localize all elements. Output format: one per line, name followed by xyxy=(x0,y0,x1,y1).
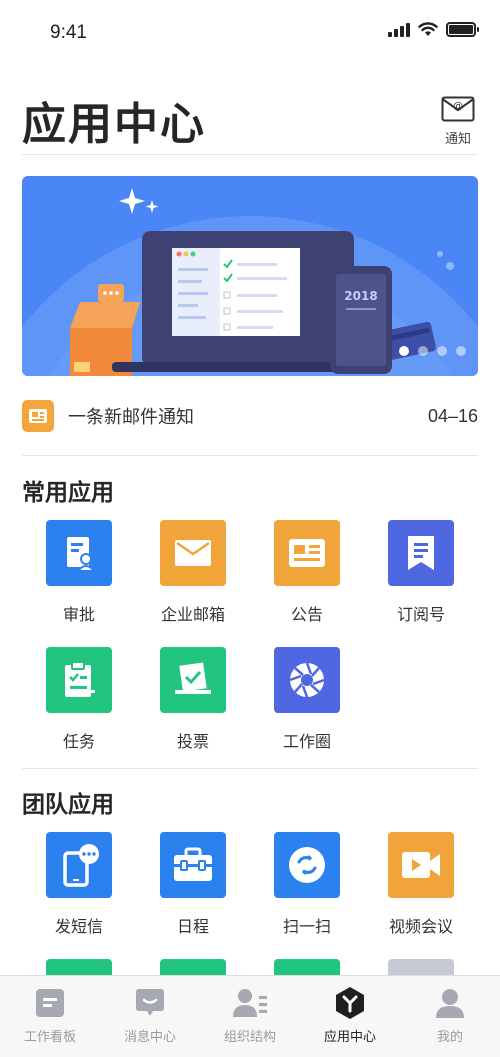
app-label: 企业邮箱 xyxy=(160,607,225,624)
notify-button[interactable]: @ 通知 xyxy=(438,96,478,147)
mail-notice[interactable]: 一条新邮件通知 04–16 xyxy=(22,398,478,434)
message-icon xyxy=(133,986,167,1020)
profile-icon xyxy=(433,986,467,1020)
app-label: 投票 xyxy=(176,734,209,751)
newspaper-icon xyxy=(22,400,54,432)
divider xyxy=(22,768,478,769)
status-bar: 9:41 xyxy=(0,0,500,64)
app-center-icon xyxy=(333,986,367,1020)
app-label: 扫一扫 xyxy=(282,919,331,936)
notice-date: 04–16 xyxy=(427,405,478,426)
board-icon xyxy=(33,986,67,1020)
section-title-common: 常用应用 xyxy=(22,479,114,505)
carousel-dot[interactable] xyxy=(456,346,466,356)
app-label: 任务 xyxy=(62,734,95,751)
wifi-icon xyxy=(418,22,438,36)
carousel-dots[interactable] xyxy=(399,346,466,356)
app-sms[interactable]: 发短信 xyxy=(22,832,136,959)
tab-app-center[interactable]: 应用中心 xyxy=(300,976,400,1057)
tab-mine[interactable]: 我的 xyxy=(400,976,500,1057)
common-apps-grid: 审批 企业邮箱 公告 订阅号 任务 投票 工作圈 xyxy=(22,520,478,774)
briefcase-icon xyxy=(160,832,226,898)
tab-label: 工作看板 xyxy=(23,1029,76,1044)
aperture-icon xyxy=(274,647,340,713)
ballot-icon xyxy=(160,647,226,713)
mail-at-icon: @ xyxy=(441,96,475,122)
section-title-team: 团队应用 xyxy=(22,791,114,817)
app-label: 日程 xyxy=(176,919,209,936)
phone-message-icon xyxy=(46,832,112,898)
bookmark-icon xyxy=(388,520,454,586)
tab-work-board[interactable]: 工作看板 xyxy=(0,976,100,1057)
tab-label: 应用中心 xyxy=(323,1029,376,1044)
mail-icon xyxy=(160,520,226,586)
app-approval[interactable]: 审批 xyxy=(22,520,136,647)
promo-banner[interactable]: 2018 xyxy=(22,176,478,376)
tab-label: 消息中心 xyxy=(123,1029,176,1044)
video-icon xyxy=(388,832,454,898)
app-vote[interactable]: 投票 xyxy=(136,647,250,774)
status-time: 9:41 xyxy=(50,22,87,43)
tab-label: 组织结构 xyxy=(223,1029,276,1044)
app-schedule[interactable]: 日程 xyxy=(136,832,250,959)
tab-label: 我的 xyxy=(436,1029,463,1044)
app-label: 工作圈 xyxy=(282,734,331,751)
scan-icon xyxy=(274,832,340,898)
app-label: 订阅号 xyxy=(396,607,445,624)
app-scan[interactable]: 扫一扫 xyxy=(250,832,364,959)
tab-org-structure[interactable]: 组织结构 xyxy=(200,976,300,1057)
notify-label: 通知 xyxy=(444,131,471,146)
app-label: 视频会议 xyxy=(388,919,453,936)
app-label: 公告 xyxy=(290,607,323,624)
tab-bar: 工作看板 消息中心 组织结构 应用中心 我的 xyxy=(0,975,500,1057)
approval-icon xyxy=(46,520,112,586)
divider xyxy=(22,455,478,456)
carousel-dot[interactable] xyxy=(437,346,447,356)
app-subscription[interactable]: 订阅号 xyxy=(364,520,478,647)
app-video-meeting[interactable]: 视频会议 xyxy=(364,832,478,959)
svg-text:@: @ xyxy=(453,101,463,112)
banner-year: 2018 xyxy=(344,289,377,303)
app-label: 审批 xyxy=(62,607,95,624)
app-enterprise-mail[interactable]: 企业邮箱 xyxy=(136,520,250,647)
divider xyxy=(22,154,478,155)
org-icon xyxy=(233,986,267,1020)
carousel-dot[interactable] xyxy=(418,346,428,356)
page-title: 应用中心 xyxy=(22,100,206,149)
signal-icon xyxy=(388,22,410,37)
carousel-dot[interactable] xyxy=(399,346,409,356)
app-announcement[interactable]: 公告 xyxy=(250,520,364,647)
app-label: 发短信 xyxy=(54,919,103,936)
app-task[interactable]: 任务 xyxy=(22,647,136,774)
announcement-icon xyxy=(274,520,340,586)
battery-icon xyxy=(446,22,479,37)
notice-text: 一条新邮件通知 xyxy=(68,407,194,427)
clipboard-icon xyxy=(46,647,112,713)
app-work-circle[interactable]: 工作圈 xyxy=(250,647,364,774)
tab-message-center[interactable]: 消息中心 xyxy=(100,976,200,1057)
